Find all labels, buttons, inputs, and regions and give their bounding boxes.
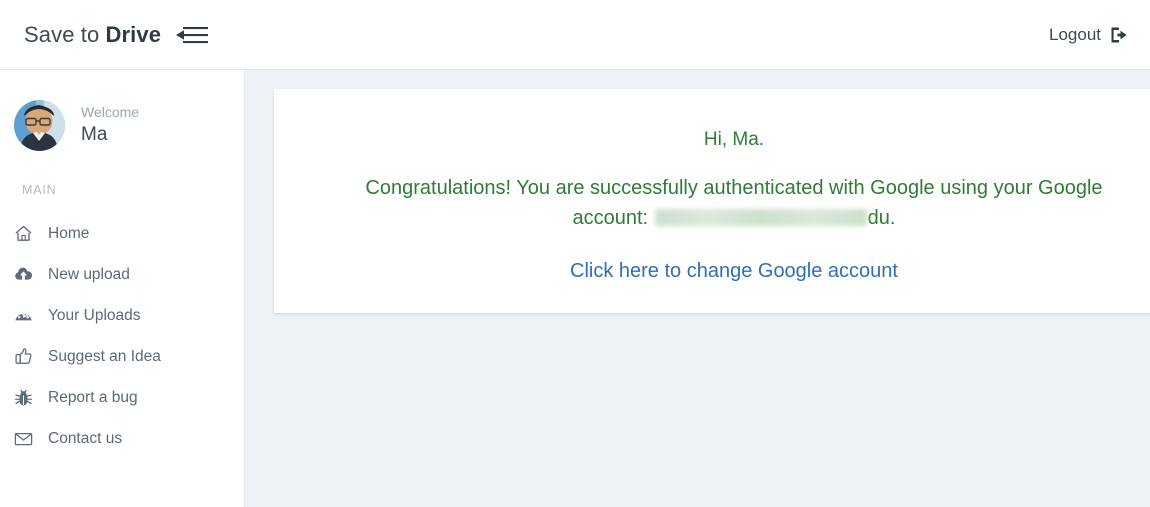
sidebar-item-label: Your Uploads bbox=[48, 306, 141, 324]
app-title: Save to Drive bbox=[24, 22, 161, 48]
change-google-account-link[interactable]: Click here to change Google account bbox=[570, 260, 898, 283]
app-title-strong: Drive bbox=[105, 21, 162, 47]
username-label: Ma bbox=[81, 124, 108, 146]
sidebar-item-label: New upload bbox=[48, 265, 130, 283]
home-icon bbox=[14, 224, 33, 243]
sidebar: Welcome Ma MAIN Home New upload Your Upl… bbox=[0, 70, 245, 507]
redacted-email-blur bbox=[654, 209, 867, 226]
congratulations-message: Congratulations! You are successfully au… bbox=[339, 173, 1129, 233]
sidebar-item-label: Home bbox=[48, 224, 90, 242]
cloud-upload-icon bbox=[14, 265, 33, 284]
sidebar-item-label: Suggest an Idea bbox=[48, 347, 161, 365]
greeting-text: Hi, Ma. bbox=[703, 129, 765, 150]
bug-icon bbox=[14, 388, 33, 407]
congrats-suffix-text: du. bbox=[867, 207, 896, 229]
sidebar-item-suggest-an-idea[interactable]: Suggest an Idea bbox=[0, 336, 244, 377]
sidebar-item-label: Report a bug bbox=[48, 388, 138, 406]
profile-block: Welcome Ma bbox=[0, 70, 244, 151]
main-content-area: Hi, Ma. Congratulations! You are success… bbox=[245, 70, 1150, 507]
avatar[interactable] bbox=[14, 100, 65, 151]
sidebar-item-new-upload[interactable]: New upload bbox=[0, 254, 244, 295]
sidebar-item-home[interactable]: Home bbox=[0, 213, 244, 254]
brand-area: Save to Drive bbox=[24, 22, 209, 48]
sidebar-item-label: Contact us bbox=[48, 429, 123, 447]
sidebar-item-your-uploads[interactable]: Your Uploads bbox=[0, 295, 244, 336]
sidebar-section-label: MAIN bbox=[22, 183, 57, 197]
auth-status-card: Hi, Ma. Congratulations! You are success… bbox=[274, 89, 1150, 313]
top-header-bar: Save to Drive Logout bbox=[0, 0, 1150, 70]
collapse-sidebar-icon[interactable] bbox=[175, 24, 209, 46]
sidebar-item-report-a-bug[interactable]: Report a bug bbox=[0, 377, 244, 418]
sidebar-nav-list: Home New upload Your Uploads Suggest an … bbox=[0, 213, 244, 459]
welcome-label: Welcome bbox=[81, 103, 140, 120]
dashboard-icon bbox=[14, 306, 33, 325]
logout-label: Logout bbox=[1049, 24, 1101, 44]
logout-button[interactable]: Logout bbox=[1049, 25, 1128, 45]
thumbs-up-icon bbox=[14, 347, 33, 366]
sign-out-icon[interactable] bbox=[1110, 26, 1128, 44]
app-title-prefix: Save to bbox=[24, 21, 106, 47]
profile-text: Welcome Ma bbox=[81, 104, 139, 147]
envelope-icon bbox=[14, 429, 33, 448]
sidebar-item-contact-us[interactable]: Contact us bbox=[0, 418, 244, 459]
